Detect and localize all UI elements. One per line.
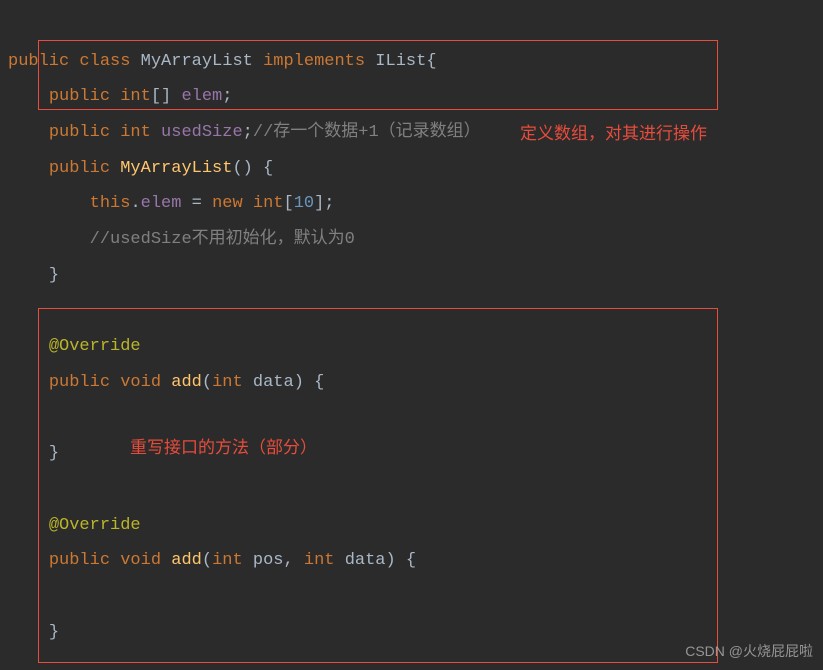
paren-close-brace: ) { <box>294 373 325 392</box>
code-line: public class MyArrayList implements ILis… <box>8 52 437 71</box>
type-int: int <box>212 373 243 392</box>
field-elem: elem <box>181 87 222 106</box>
code-line-empty <box>8 409 18 428</box>
code-line-empty <box>8 587 18 606</box>
dot: . <box>130 194 140 213</box>
annotation-override: @Override <box>49 516 141 535</box>
semicolon: ; <box>243 123 253 142</box>
type-int: int <box>120 87 151 106</box>
code-line: //usedSize不用初始化，默认为0 <box>8 230 355 249</box>
param-data: data <box>345 551 386 570</box>
type-int: int <box>253 194 284 213</box>
code-line: this.elem = new int[10]; <box>8 194 335 213</box>
keyword-class: class <box>79 52 130 71</box>
annotation-override-methods: 重写接口的方法（部分） <box>130 436 317 463</box>
code-line-empty <box>8 302 18 321</box>
parens-brace: () { <box>232 159 273 178</box>
keyword-public: public <box>49 87 110 106</box>
keyword-public: public <box>49 123 110 142</box>
keyword-public: public <box>49 551 110 570</box>
type-int: int <box>120 123 151 142</box>
keyword-void: void <box>120 373 161 392</box>
annotation-override: @Override <box>49 337 141 356</box>
semicolon: ; <box>324 194 334 213</box>
code-line: public MyArrayList() { <box>8 159 273 178</box>
code-line: } <box>8 623 59 642</box>
code-line: @Override <box>8 516 141 535</box>
semicolon: ; <box>222 87 232 106</box>
type-int: int <box>212 551 243 570</box>
code-line: public int usedSize;//存一个数据+1（记录数组） <box>8 123 481 142</box>
paren-close-brace: ) { <box>386 551 417 570</box>
brace-close: } <box>49 623 59 642</box>
bracket-open: [ <box>283 194 293 213</box>
keyword-this: this <box>90 194 131 213</box>
keyword-implements: implements <box>263 52 365 71</box>
watermark: CSDN @火烧屁屁啦 <box>685 637 813 666</box>
code-line-empty <box>8 480 18 499</box>
annotation-define-array: 定义数组，对其进行操作 <box>520 122 720 149</box>
param-data: data <box>253 373 294 392</box>
code-block: public class MyArrayList implements ILis… <box>8 8 815 650</box>
brace-open: { <box>426 52 436 71</box>
paren-open: ( <box>202 551 212 570</box>
number-literal: 10 <box>294 194 314 213</box>
code-line: public int[] elem; <box>8 87 232 106</box>
keyword-void: void <box>120 551 161 570</box>
paren-open: ( <box>202 373 212 392</box>
code-line: } <box>8 444 59 463</box>
code-line: public void add(int data) { <box>8 373 324 392</box>
param-pos: pos <box>253 551 284 570</box>
keyword-public: public <box>49 159 110 178</box>
code-line: @Override <box>8 337 141 356</box>
code-line: public void add(int pos, int data) { <box>8 551 416 570</box>
brace-close: } <box>49 266 59 285</box>
brace-close: } <box>49 444 59 463</box>
field-elem: elem <box>141 194 182 213</box>
method-add: add <box>171 551 202 570</box>
field-usedsize: usedSize <box>161 123 243 142</box>
brackets: [] <box>151 87 171 106</box>
keyword-public: public <box>8 52 69 71</box>
class-name: MyArrayList <box>141 52 253 71</box>
comma: , <box>283 551 303 570</box>
method-add: add <box>171 373 202 392</box>
comment: //存一个数据+1（记录数组） <box>253 123 481 142</box>
type-int: int <box>304 551 335 570</box>
equals: = <box>181 194 212 213</box>
interface-name: IList <box>375 52 426 71</box>
comment: //usedSize不用初始化，默认为0 <box>90 230 355 249</box>
constructor-name: MyArrayList <box>120 159 232 178</box>
keyword-new: new <box>212 194 243 213</box>
bracket-close: ] <box>314 194 324 213</box>
keyword-public: public <box>49 373 110 392</box>
code-line: } <box>8 266 59 285</box>
